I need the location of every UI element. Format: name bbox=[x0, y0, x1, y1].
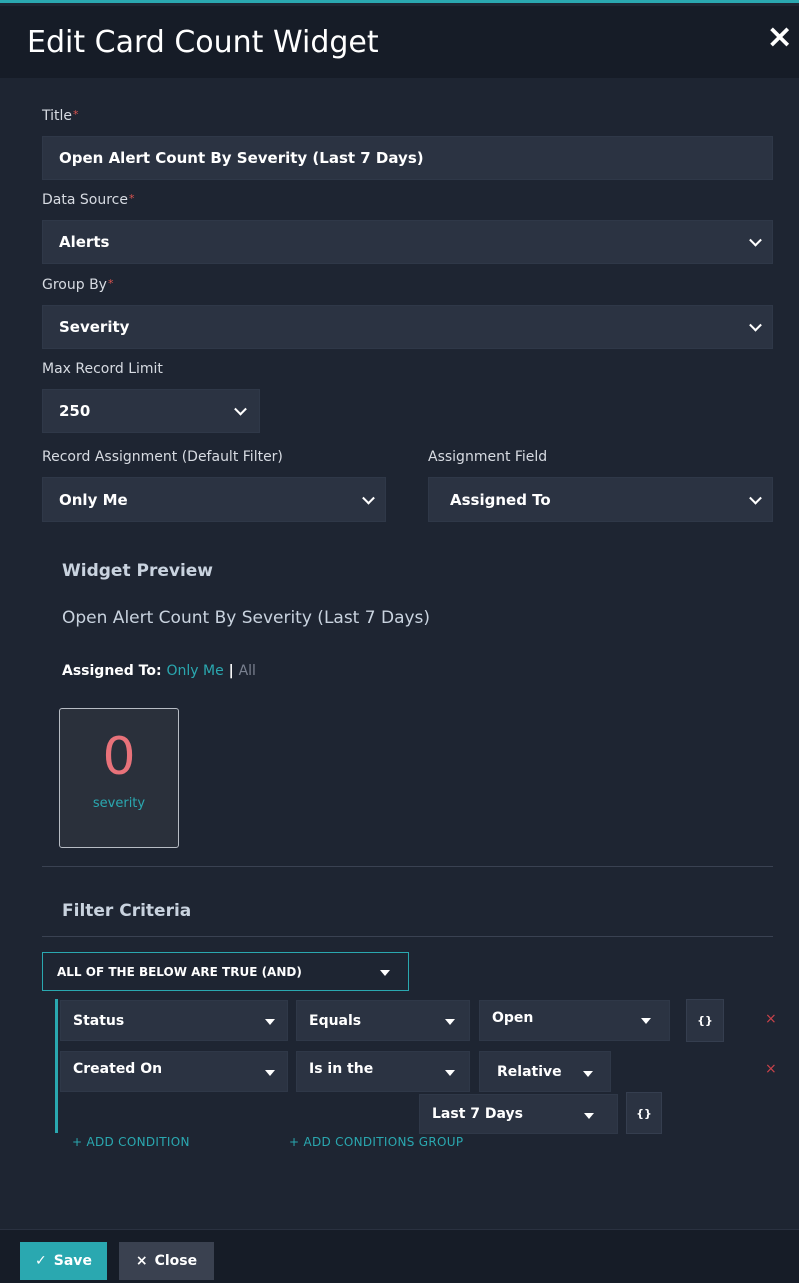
logic-select[interactable]: ALL OF THE BELOW ARE TRUE (AND) bbox=[42, 952, 409, 991]
expression-brace-button[interactable]: {} bbox=[686, 999, 724, 1042]
relative-period-value: Last 7 Days bbox=[432, 1106, 523, 1122]
divider bbox=[42, 936, 773, 937]
relative-period-select[interactable]: Last 7 Days bbox=[419, 1094, 618, 1134]
close-button[interactable]: × Close bbox=[119, 1242, 214, 1280]
record-assignment-value: Only Me bbox=[59, 490, 128, 509]
group-by-value: Severity bbox=[59, 318, 130, 336]
caret-down-icon bbox=[265, 1070, 275, 1076]
required-marker: * bbox=[128, 192, 135, 205]
caret-down-icon bbox=[641, 1018, 651, 1024]
delete-condition-icon[interactable]: × bbox=[765, 1011, 777, 1027]
group-by-select[interactable]: Severity bbox=[42, 305, 773, 349]
chevron-down-icon bbox=[234, 402, 247, 416]
close-icon: × bbox=[135, 1253, 148, 1269]
caret-down-icon bbox=[380, 970, 390, 976]
caret-down-icon bbox=[584, 1113, 594, 1119]
condition-operator-value: Is in the bbox=[309, 1061, 374, 1077]
relative-select[interactable]: Relative bbox=[479, 1051, 611, 1092]
data-source-label: Data Source* bbox=[42, 192, 135, 208]
only-me-link[interactable]: Only Me bbox=[166, 663, 223, 679]
condition-group-bar bbox=[55, 999, 58, 1133]
max-record-value: 250 bbox=[59, 402, 91, 420]
condition-value-select[interactable]: Open bbox=[479, 1000, 670, 1041]
record-assignment-select[interactable]: Only Me bbox=[42, 477, 386, 522]
caret-down-icon bbox=[445, 1070, 455, 1076]
condition-value: Open bbox=[492, 1010, 534, 1026]
expression-brace-button[interactable]: {} bbox=[626, 1092, 662, 1134]
save-button[interactable]: ✓ Save bbox=[20, 1242, 107, 1280]
max-record-label: Max Record Limit bbox=[42, 361, 163, 377]
all-link[interactable]: All bbox=[239, 663, 256, 679]
count-caption: severity bbox=[92, 796, 146, 811]
title-label: Title* bbox=[42, 108, 79, 124]
assignment-field-value: Assigned To bbox=[450, 490, 551, 509]
max-record-select[interactable]: 250 bbox=[42, 389, 260, 433]
condition-field-value: Created On bbox=[73, 1061, 163, 1077]
condition-field-select[interactable]: Created On bbox=[60, 1051, 288, 1092]
required-marker: * bbox=[107, 277, 114, 290]
condition-field-value: Status bbox=[73, 1012, 125, 1029]
title-input[interactable]: Open Alert Count By Severity (Last 7 Day… bbox=[42, 136, 773, 180]
close-label: Close bbox=[154, 1253, 198, 1269]
filter-criteria-heading: Filter Criteria bbox=[62, 901, 192, 921]
assignment-field-label: Assignment Field bbox=[428, 449, 548, 465]
separator: | bbox=[228, 663, 234, 679]
condition-operator-value: Equals bbox=[309, 1012, 362, 1029]
logic-value: ALL OF THE BELOW ARE TRUE (AND) bbox=[57, 964, 302, 979]
chevron-down-icon bbox=[362, 491, 375, 505]
title-input-value: Open Alert Count By Severity (Last 7 Day… bbox=[59, 149, 424, 167]
assigned-to-label: Assigned To: bbox=[62, 663, 162, 679]
relative-value: Relative bbox=[497, 1063, 562, 1080]
delete-condition-icon[interactable]: × bbox=[765, 1061, 777, 1077]
caret-down-icon bbox=[265, 1019, 275, 1025]
count-card: 0 severity bbox=[59, 708, 179, 848]
count-value: 0 bbox=[102, 727, 136, 787]
modal-header: Edit Card Count Widget × bbox=[0, 6, 799, 78]
condition-operator-select[interactable]: Equals bbox=[296, 1000, 470, 1041]
check-icon: ✓ bbox=[35, 1253, 47, 1269]
group-by-label: Group By* bbox=[42, 277, 114, 293]
save-label: Save bbox=[53, 1253, 92, 1269]
condition-operator-select[interactable]: Is in the bbox=[296, 1051, 470, 1092]
chevron-down-icon bbox=[749, 318, 762, 332]
record-assignment-label: Record Assignment (Default Filter) bbox=[42, 449, 283, 465]
caret-down-icon bbox=[445, 1019, 455, 1025]
assigned-to-toggle: Assigned To: Only Me | All bbox=[62, 663, 256, 679]
divider bbox=[42, 866, 773, 867]
chevron-down-icon bbox=[749, 233, 762, 247]
close-icon[interactable]: × bbox=[766, 20, 793, 52]
preview-title: Open Alert Count By Severity (Last 7 Day… bbox=[62, 608, 431, 628]
add-conditions-group-link[interactable]: + ADD CONDITIONS GROUP bbox=[289, 1135, 463, 1149]
data-source-value: Alerts bbox=[59, 233, 110, 251]
caret-down-icon bbox=[583, 1071, 593, 1077]
condition-field-select[interactable]: Status bbox=[60, 1000, 288, 1041]
modal-title: Edit Card Count Widget bbox=[27, 25, 379, 60]
chevron-down-icon bbox=[749, 491, 762, 505]
add-condition-link[interactable]: + ADD CONDITION bbox=[72, 1135, 190, 1149]
data-source-select[interactable]: Alerts bbox=[42, 220, 773, 264]
assignment-field-select[interactable]: Assigned To bbox=[428, 477, 773, 522]
widget-preview-heading: Widget Preview bbox=[62, 561, 214, 581]
edit-widget-modal: Edit Card Count Widget × Title* Open Ale… bbox=[0, 0, 799, 1283]
required-marker: * bbox=[73, 108, 79, 121]
